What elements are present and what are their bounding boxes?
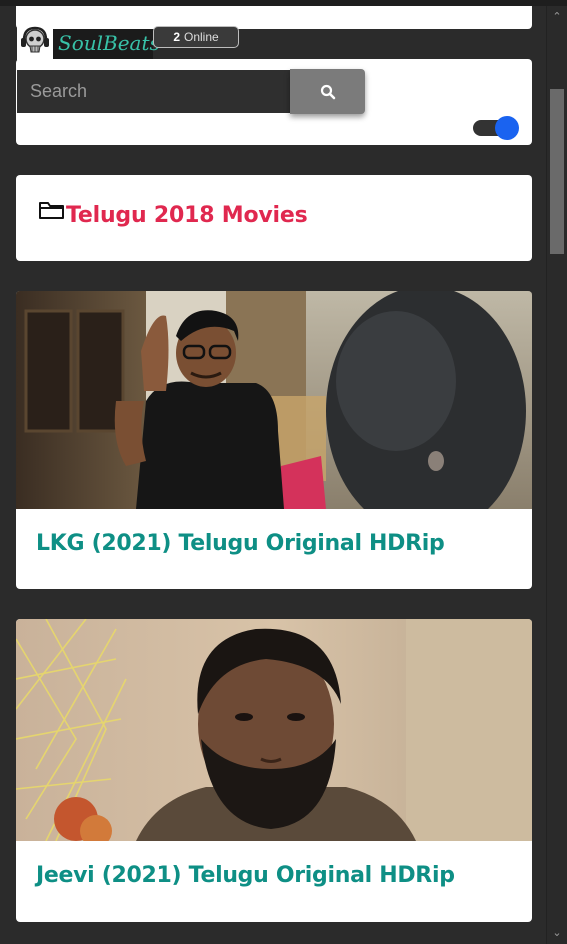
folder-icon xyxy=(39,202,64,219)
post-thumbnail[interactable] xyxy=(16,291,532,509)
scroll-up-icon[interactable]: ⌃ xyxy=(547,10,567,24)
category-header-card: Telugu 2018 Movies xyxy=(16,175,532,261)
post-title[interactable]: Jeevi (2021) Telugu Original HDRip xyxy=(36,863,455,888)
post-thumbnail[interactable] xyxy=(16,619,532,841)
search-card xyxy=(16,59,532,145)
online-label: Online xyxy=(184,30,219,44)
scroll-down-icon[interactable]: ⌄ xyxy=(547,926,567,940)
logo-text[interactable]: SoulBeats xyxy=(58,31,160,55)
scrollbar-thumb[interactable] xyxy=(550,89,564,254)
scrollbar[interactable]: ⌃ ⌄ xyxy=(546,6,567,944)
dark-mode-toggle[interactable] xyxy=(473,116,519,140)
category-title[interactable]: Telugu 2018 Movies xyxy=(66,203,308,228)
online-count: 2 xyxy=(173,30,180,44)
post-card[interactable]: LKG (2021) Telugu Original HDRip xyxy=(16,291,532,589)
logo-icon[interactable] xyxy=(17,24,53,60)
post-card[interactable]: Jeevi (2021) Telugu Original HDRip xyxy=(16,619,532,922)
header-tab xyxy=(16,6,532,29)
search-button[interactable] xyxy=(290,69,365,114)
online-counter-badge: 2 Online xyxy=(153,26,239,48)
search-icon xyxy=(320,84,335,99)
toggle-knob xyxy=(495,116,519,140)
search-input[interactable] xyxy=(17,70,290,113)
post-title[interactable]: LKG (2021) Telugu Original HDRip xyxy=(36,531,445,556)
